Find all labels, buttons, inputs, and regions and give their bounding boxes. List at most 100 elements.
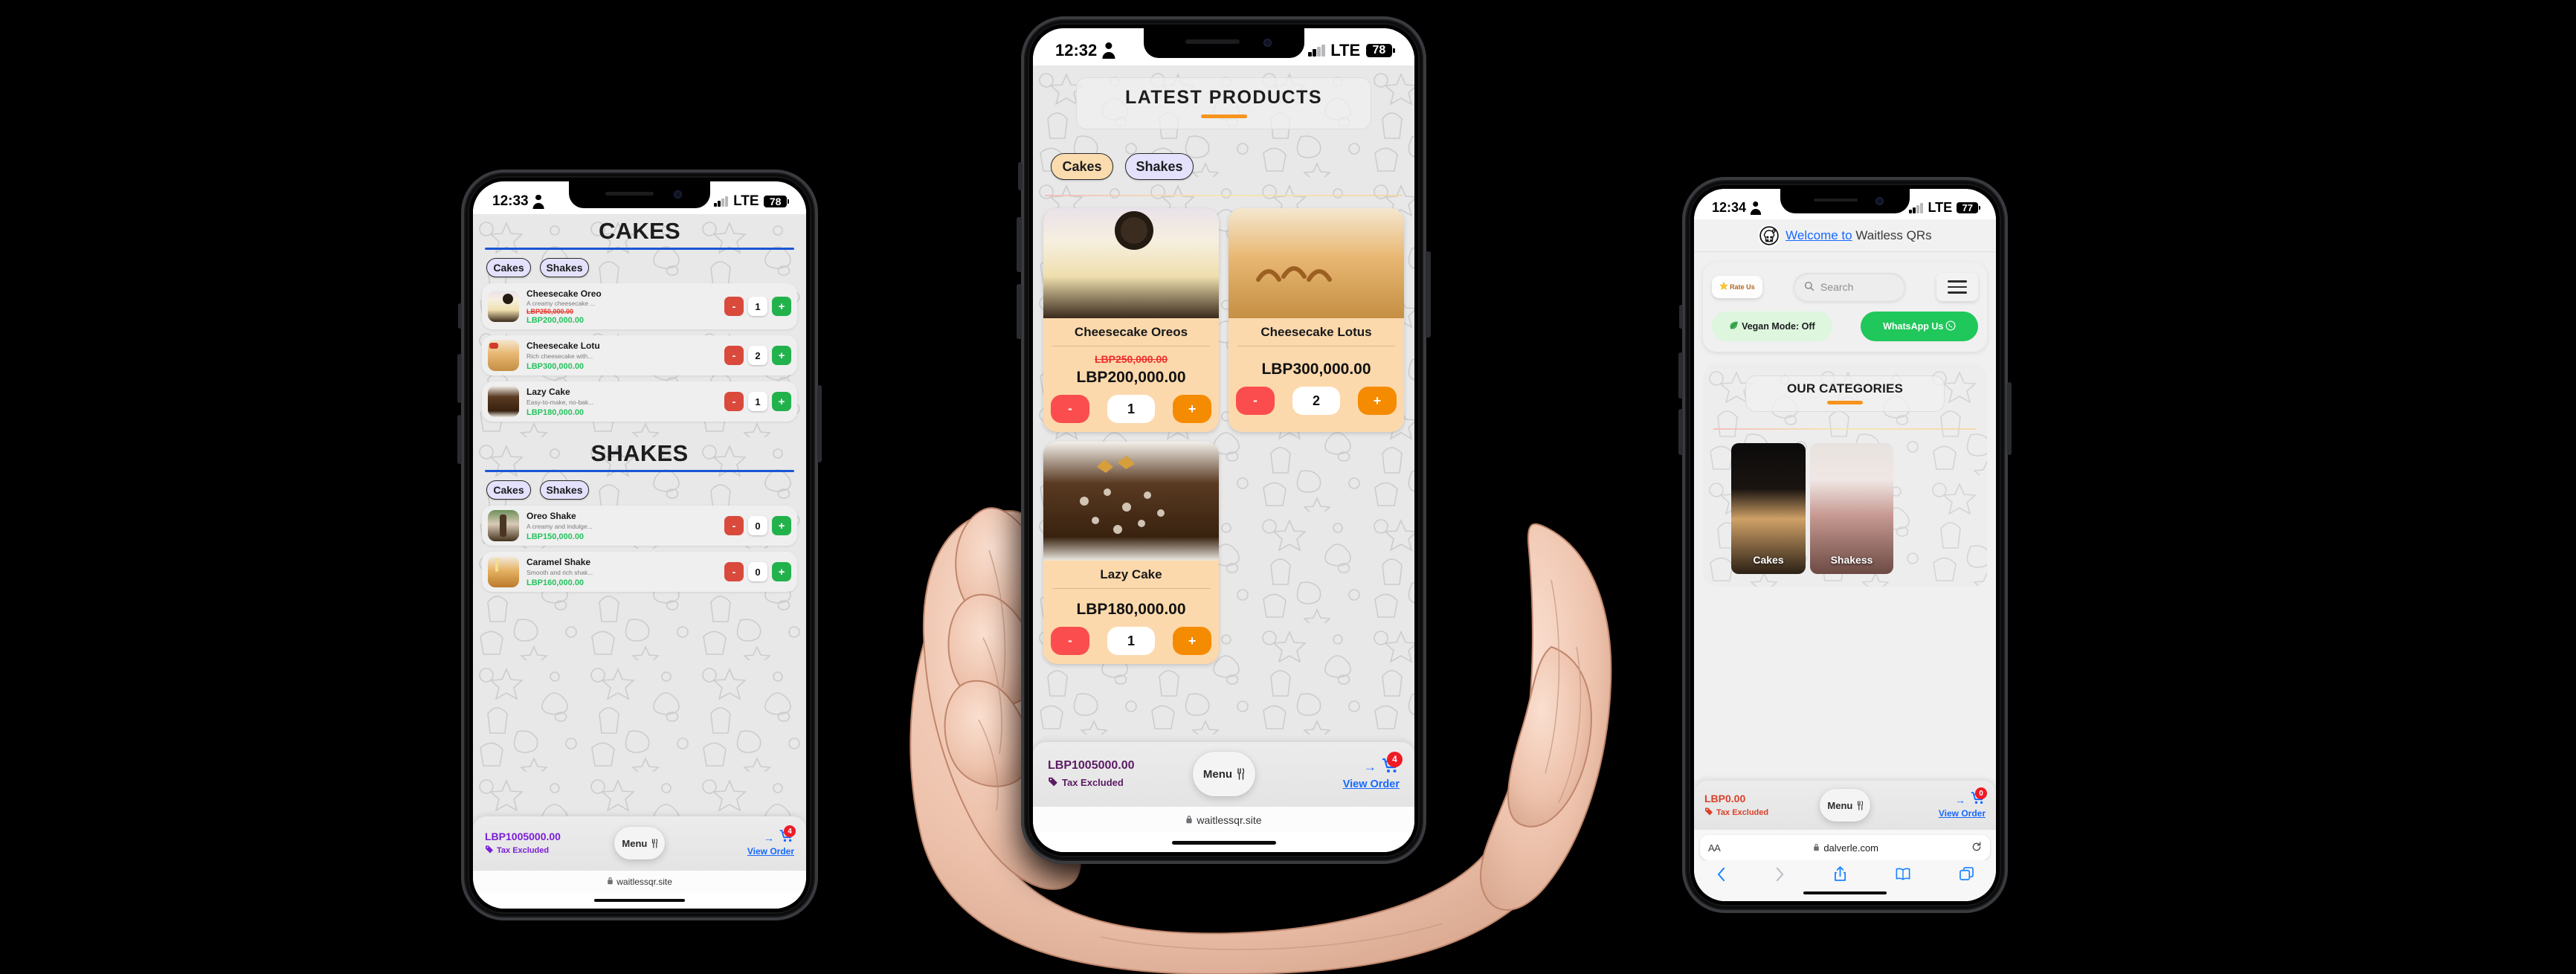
decrease-quantity-button[interactable]: - bbox=[724, 297, 744, 317]
tabs-icon[interactable] bbox=[1960, 867, 1974, 881]
product-old-price: LBP250,000.00 bbox=[527, 307, 574, 315]
categories-card: OUR CATEGORIES Cakes Shakess bbox=[1703, 364, 1987, 587]
vegan-mode-toggle[interactable]: Vegan Mode: Off bbox=[1712, 312, 1832, 341]
product-description: Easy-to-make, no-bak... bbox=[527, 398, 594, 406]
category-tile-shakes[interactable]: Shakess bbox=[1810, 443, 1893, 574]
quantity-stepper[interactable]: - 0 + bbox=[724, 516, 791, 536]
quantity-value: 0 bbox=[748, 516, 767, 536]
product-card[interactable]: Lazy Cake LBP180,000.00 - 1 + bbox=[1043, 442, 1219, 664]
reload-icon[interactable] bbox=[1971, 842, 1982, 854]
menu-button[interactable]: Menu bbox=[614, 827, 665, 859]
back-chevron-icon[interactable] bbox=[1716, 867, 1726, 882]
vegan-mode-label: Vegan Mode: Off bbox=[1742, 321, 1815, 332]
category-tile-cakes[interactable]: Cakes bbox=[1731, 443, 1806, 574]
view-order-link[interactable]: View Order bbox=[1343, 778, 1400, 790]
quantity-stepper[interactable]: - 1 + bbox=[1043, 387, 1219, 432]
page-title-pill: LATEST PRODUCTS bbox=[1075, 77, 1372, 129]
home-indicator-bar bbox=[1033, 833, 1414, 852]
safari-url-bar-left[interactable]: waitlessqr.site bbox=[473, 870, 806, 892]
battery-indicator: 78 bbox=[764, 196, 789, 207]
safari-url-bar-center[interactable]: waitlessqr.site bbox=[1033, 806, 1414, 833]
product-card[interactable]: Cheesecake Oreos LBP250,000.00 LBP200,00… bbox=[1043, 208, 1219, 432]
list-item[interactable]: Caramel Shake Smooth and rich shak... LB… bbox=[482, 552, 797, 593]
increase-quantity-button[interactable]: + bbox=[772, 392, 791, 412]
chip-cakes[interactable]: Cakes bbox=[486, 258, 531, 278]
phone-center: 12:32 LTE 78 LATEST PRODUCTS Cakes Shake… bbox=[1017, 16, 1431, 864]
menu-button[interactable]: Menu bbox=[1820, 789, 1870, 822]
decrease-quantity-button[interactable]: - bbox=[1236, 387, 1275, 415]
quantity-stepper[interactable]: - 1 + bbox=[1043, 619, 1219, 664]
welcome-link[interactable]: Welcome to bbox=[1786, 228, 1852, 242]
menu-label: Menu bbox=[1202, 767, 1233, 781]
list-item[interactable]: Cheesecake Lotu Rich cheesecake with... … bbox=[482, 335, 797, 376]
decrease-quantity-button[interactable]: - bbox=[724, 516, 744, 536]
list-item[interactable]: Cheesecake Oreo A creamy cheesecake ... … bbox=[482, 283, 797, 330]
quantity-stepper[interactable]: - 2 + bbox=[1229, 378, 1404, 424]
chip-shakes[interactable]: Shakes bbox=[540, 480, 589, 500]
chip-shakes[interactable]: Shakes bbox=[540, 258, 589, 278]
tools-card: Rate Us Search Vegan Mode: Off WhatsApp … bbox=[1703, 262, 1987, 352]
product-image bbox=[1043, 208, 1219, 318]
search-input[interactable]: Search bbox=[1794, 273, 1905, 301]
product-price: LBP300,000.00 bbox=[1261, 361, 1371, 378]
book-icon[interactable] bbox=[1896, 868, 1910, 880]
decrease-quantity-button[interactable]: - bbox=[724, 392, 744, 412]
view-order-link[interactable]: View Order bbox=[747, 846, 794, 857]
home-indicator[interactable] bbox=[1171, 840, 1276, 845]
tag-icon bbox=[1704, 807, 1713, 818]
divider-line bbox=[1045, 195, 1403, 196]
increase-quantity-button[interactable]: + bbox=[772, 562, 791, 582]
signal-bars-icon bbox=[1909, 202, 1924, 213]
home-indicator[interactable] bbox=[1803, 891, 1887, 894]
section-rule bbox=[485, 248, 794, 251]
chip-shakes[interactable]: Shakes bbox=[1125, 153, 1194, 180]
tag-icon bbox=[1048, 776, 1058, 789]
view-order-link[interactable]: View Order bbox=[1939, 808, 1986, 819]
decrease-quantity-button[interactable]: - bbox=[1051, 395, 1089, 423]
decrease-quantity-button[interactable]: - bbox=[724, 562, 744, 582]
product-name: Lazy Cake bbox=[1100, 567, 1162, 581]
quantity-stepper[interactable]: - 2 + bbox=[724, 346, 791, 366]
battery-indicator: 78 bbox=[1365, 44, 1395, 57]
quantity-stepper[interactable]: - 1 + bbox=[724, 392, 791, 412]
product-description: Smooth and rich shak... bbox=[527, 568, 593, 576]
text-size-button[interactable]: AA bbox=[1708, 842, 1721, 854]
decrease-quantity-button[interactable]: - bbox=[724, 346, 744, 366]
product-card[interactable]: Cheesecake Lotus LBP300,000.00 - 2 + bbox=[1229, 208, 1404, 432]
menu-button[interactable]: Menu bbox=[1192, 752, 1255, 796]
cart-badge: 0 bbox=[1975, 787, 1987, 799]
url-text: waitlessqr.site bbox=[1197, 813, 1262, 826]
share-icon[interactable] bbox=[1834, 866, 1846, 882]
product-thumbnail bbox=[488, 291, 519, 323]
home-indicator[interactable] bbox=[594, 899, 685, 902]
signal-bars-icon bbox=[713, 196, 729, 207]
increase-quantity-button[interactable]: + bbox=[1173, 627, 1211, 655]
chip-cakes[interactable]: Cakes bbox=[486, 480, 531, 500]
person-icon bbox=[1101, 42, 1116, 59]
increase-quantity-button[interactable]: + bbox=[772, 516, 791, 536]
tax-note: Tax Excluded bbox=[1716, 807, 1769, 817]
increase-quantity-button[interactable]: + bbox=[1358, 387, 1397, 415]
product-description: A creamy cheesecake ... bbox=[527, 299, 596, 307]
increase-quantity-button[interactable]: + bbox=[772, 297, 791, 317]
whatsapp-button[interactable]: WhatsApp Us bbox=[1861, 312, 1978, 341]
safari-toolbar bbox=[1700, 860, 1990, 885]
quantity-stepper[interactable]: - 1 + bbox=[724, 297, 791, 317]
increase-quantity-button[interactable]: + bbox=[1173, 395, 1211, 423]
product-image bbox=[1229, 208, 1404, 318]
hamburger-icon[interactable] bbox=[1936, 273, 1978, 301]
list-item[interactable]: Oreo Shake A creamy and indulge... LBP15… bbox=[482, 506, 797, 546]
rate-us-button[interactable]: Rate Us bbox=[1712, 276, 1762, 298]
quantity-value: 0 bbox=[748, 562, 767, 582]
url-text: waitlessqr.site bbox=[616, 876, 672, 887]
list-item[interactable]: Lazy Cake Easy-to-make, no-bak... LBP180… bbox=[482, 381, 797, 422]
increase-quantity-button[interactable]: + bbox=[772, 346, 791, 366]
status-time: 12:33 bbox=[492, 193, 529, 209]
site-header: Welcome to Waitless QRs bbox=[1694, 219, 1996, 252]
search-placeholder: Search bbox=[1820, 281, 1854, 293]
quantity-stepper[interactable]: - 0 + bbox=[724, 562, 791, 582]
chip-cakes[interactable]: Cakes bbox=[1051, 153, 1113, 180]
safari-url-bar-right[interactable]: AA dalverle.com bbox=[1700, 835, 1990, 860]
site-title: Waitless QRs bbox=[1855, 228, 1932, 242]
decrease-quantity-button[interactable]: - bbox=[1051, 627, 1089, 655]
